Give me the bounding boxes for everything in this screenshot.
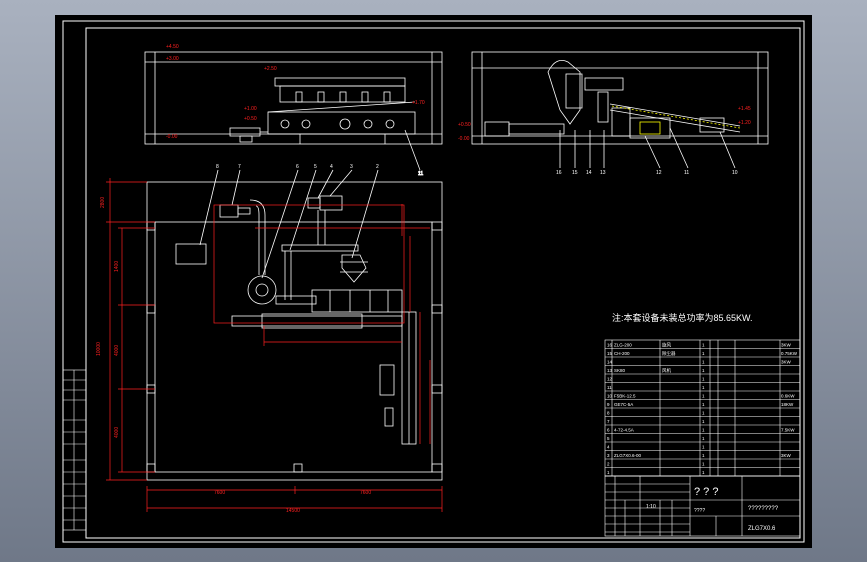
- power-note: 注:本套设备未装总功率为85.65KW.: [612, 312, 753, 323]
- elevation-label: +1.45: [738, 106, 751, 112]
- title-drawing-number: ZLG7X0.6: [748, 526, 776, 532]
- dim-bottom-a: 7600: [214, 490, 225, 496]
- cad-drawing: 11 +4.50 +3.00 +2.50 +1.70 +1.00 +0.50 -…: [55, 15, 812, 548]
- svg-text:12: 12: [656, 170, 662, 176]
- parts-cell-no: 14: [607, 360, 613, 365]
- dim-left-total: 10000: [96, 342, 102, 356]
- elevation-label: +0.50: [458, 122, 471, 128]
- svg-text:14: 14: [586, 170, 592, 176]
- svg-text:11: 11: [684, 170, 689, 176]
- elevation-label: +1.00: [244, 106, 257, 112]
- parts-cell-power: 7.5KW: [781, 428, 795, 433]
- parts-cell-code: F5BK-12.5: [614, 394, 636, 399]
- parts-cell-name: 风机: [662, 367, 671, 374]
- title-question-marks: ? ? ?: [694, 486, 718, 498]
- parts-cell-no: 15: [607, 351, 613, 356]
- svg-text:15: 15: [572, 170, 578, 176]
- elevation-label: +1.70: [412, 100, 425, 106]
- parts-cell-code: ZLG-200: [614, 343, 632, 348]
- parts-cell-power: 3KW: [781, 360, 792, 365]
- svg-text:3: 3: [350, 164, 353, 170]
- parts-cell-name: 旋风: [662, 342, 671, 349]
- parts-cell-power: 0.75KW: [781, 351, 798, 356]
- dim-left-a: 1400: [114, 261, 120, 272]
- dim-left-c: 4000: [114, 427, 120, 438]
- title-drawing-name: ?????????: [748, 506, 779, 512]
- elevation-label: +4.50: [166, 44, 179, 50]
- parts-cell-code: CH-200: [614, 351, 630, 356]
- svg-text:5: 5: [314, 164, 317, 170]
- svg-text:7: 7: [238, 164, 241, 170]
- svg-text:8: 8: [216, 164, 219, 170]
- elevation-label: +1.20: [738, 120, 751, 126]
- dim-bottom-b: 7600: [360, 490, 371, 496]
- parts-cell-code: ZLG7X0.6-00: [614, 453, 642, 458]
- dim-left-top: 2800: [100, 197, 106, 208]
- sheet-background: [55, 15, 812, 548]
- svg-text:4: 4: [330, 164, 333, 170]
- parts-cell-power: 18KW: [781, 402, 794, 407]
- elevation-label: -0.00: [166, 134, 178, 140]
- elevation-label: +2.50: [264, 66, 277, 72]
- svg-text:13: 13: [600, 170, 606, 176]
- dim-bottom-total: 14500: [286, 508, 300, 514]
- parts-cell-code: GE7C-5A: [614, 402, 633, 407]
- parts-cell-no: 10: [607, 394, 613, 399]
- parts-cell-no: 12: [607, 377, 613, 382]
- parts-cell-name: 除尘器: [662, 350, 676, 357]
- parts-cell-no: 13: [607, 368, 613, 373]
- svg-text:2: 2: [376, 164, 379, 170]
- parts-cell-power: 3KW: [781, 343, 792, 348]
- title-cell-b: 1:10: [646, 504, 656, 510]
- parts-cell-no: 16: [607, 343, 613, 348]
- dim-left-b: 4000: [114, 345, 120, 356]
- parts-cell-power: 3KW: [781, 453, 792, 458]
- elevation-label: -0.00: [458, 136, 470, 142]
- parts-cell-power: 0.6KW: [781, 394, 795, 399]
- parts-cell-no: 11: [607, 385, 612, 390]
- elevation-label: +3.00: [166, 56, 179, 62]
- title-cell-a: ????: [694, 508, 705, 514]
- svg-text:10: 10: [732, 170, 738, 176]
- svg-text:11: 11: [418, 171, 423, 177]
- elevation-label: +0.50: [244, 116, 257, 122]
- parts-cell-code: 4-72-4.5A: [614, 428, 634, 433]
- svg-text:6: 6: [296, 164, 299, 170]
- svg-text:16: 16: [556, 170, 562, 176]
- parts-cell-code: SK80: [614, 368, 626, 373]
